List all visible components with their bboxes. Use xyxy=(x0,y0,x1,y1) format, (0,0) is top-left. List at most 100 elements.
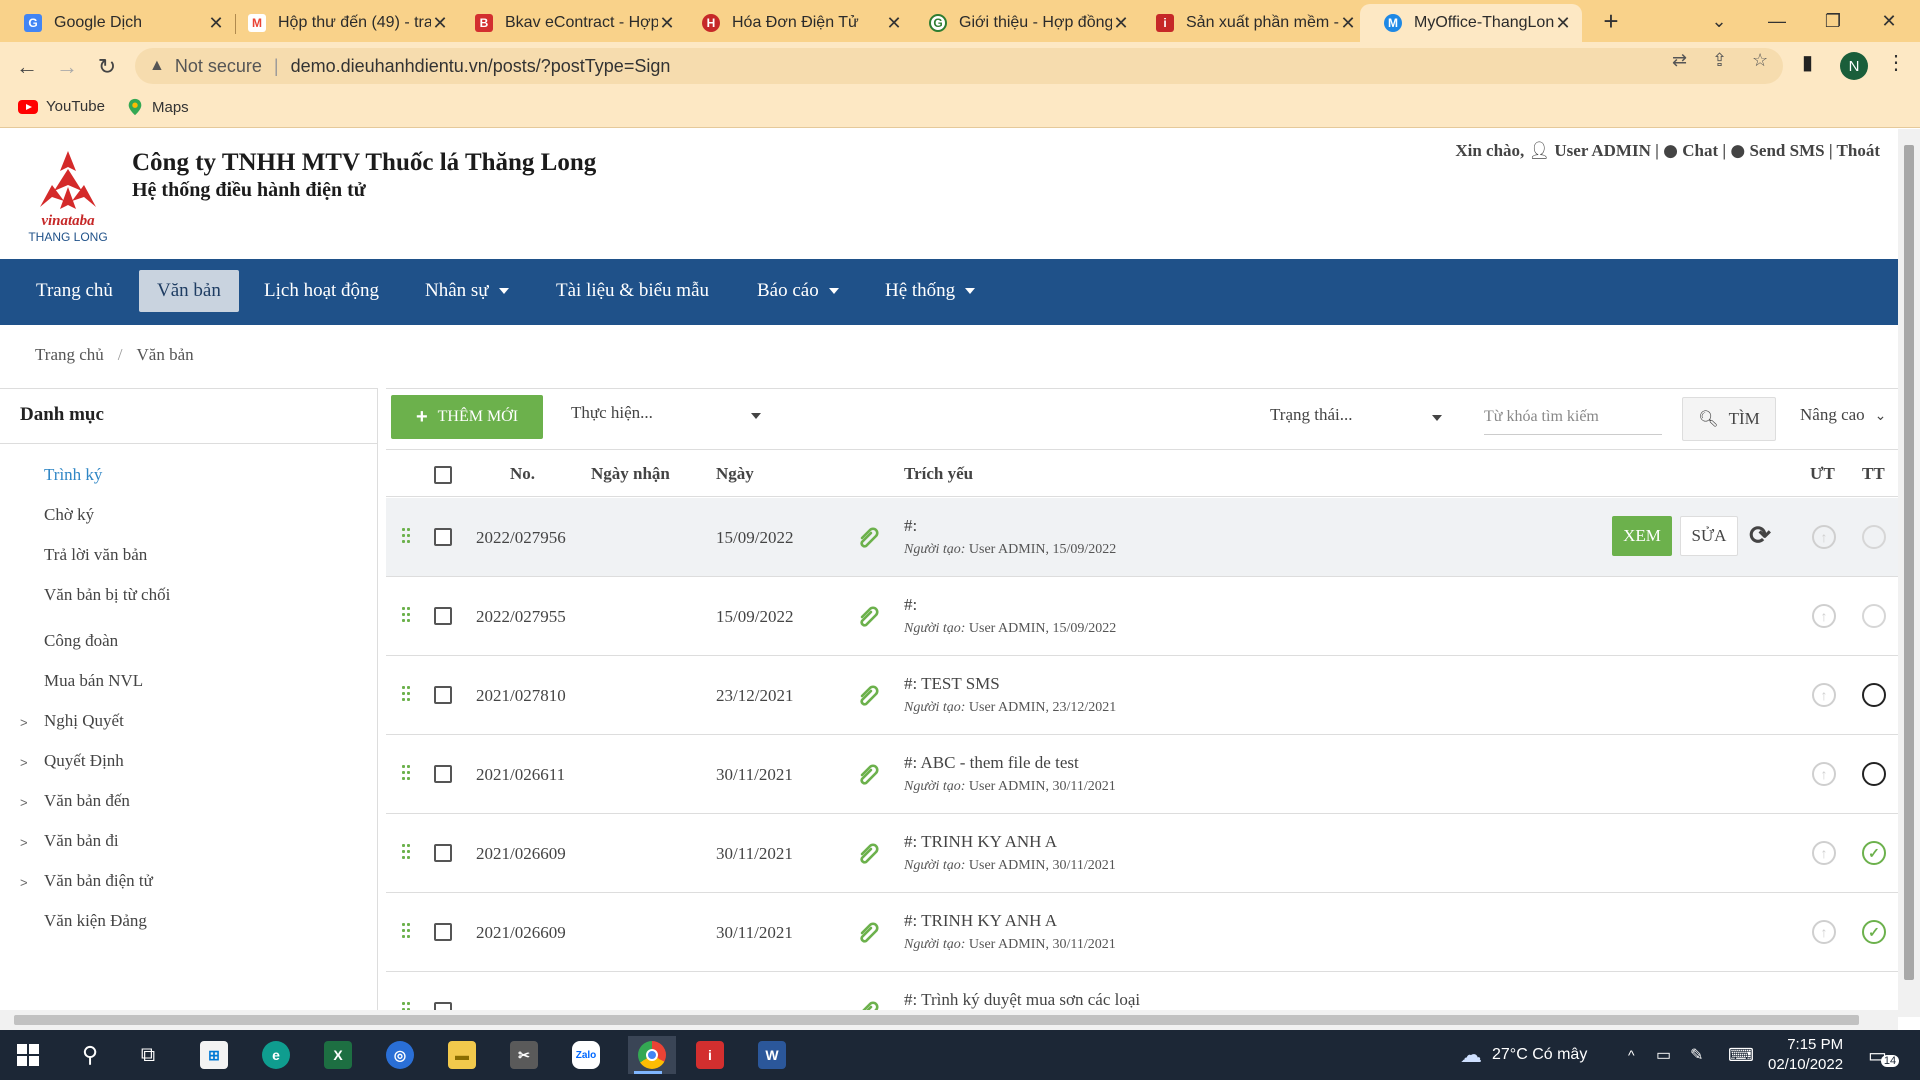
user-link[interactable]: User ADMIN xyxy=(1554,141,1650,160)
attachment-icon[interactable] xyxy=(856,682,882,708)
nav-van-ban[interactable]: Văn bản xyxy=(139,270,239,312)
edit-button[interactable]: SỬA xyxy=(1680,516,1738,556)
refresh-icon[interactable]: ⟳ xyxy=(1746,520,1774,550)
attachment-icon[interactable] xyxy=(856,603,882,629)
red-app-icon[interactable]: i xyxy=(690,1036,730,1074)
close-icon[interactable]: ✕ xyxy=(885,13,903,34)
row-checkbox[interactable] xyxy=(434,765,452,783)
sidebar-item-van-ban-di[interactable]: Văn bản đi xyxy=(44,831,119,851)
search-icon[interactable]: ⚲ xyxy=(70,1036,110,1074)
nav-nhan-su[interactable]: Nhân sự xyxy=(407,270,527,312)
send-sms-link[interactable]: Send SMS xyxy=(1749,141,1824,160)
keyboard-icon[interactable]: ⌨ xyxy=(1728,1030,1754,1080)
nav-tai-lieu-bieu-mau[interactable]: Tài liệu & biểu mẫu xyxy=(538,270,727,312)
store-app-icon[interactable]: ⊞ xyxy=(194,1036,234,1074)
row-checkbox[interactable] xyxy=(434,528,452,546)
close-icon[interactable]: ✕ xyxy=(1339,13,1357,34)
drag-handle-icon[interactable] xyxy=(402,844,410,860)
trang-thai-select[interactable]: Trạng thái... xyxy=(1270,405,1442,425)
table-row[interactable]: 2021/027810 23/12/2021 #: TEST SMS Người tạ… xyxy=(386,656,1898,735)
sidebar-item-van-ban-bi-tu-choi[interactable]: Văn bản bị từ chối xyxy=(44,585,170,605)
tab-hoa-don-dien-tu[interactable]: H Hóa Đơn Điện Tử ✕ xyxy=(678,4,913,42)
document-summary[interactable]: #: xyxy=(904,595,917,615)
priority-up-icon[interactable]: ↑ xyxy=(1812,604,1836,628)
drag-handle-icon[interactable] xyxy=(402,686,410,702)
clock[interactable]: 7:15 PM 02/10/2022 xyxy=(1768,1030,1843,1080)
sidebar-item-van-kien-dang[interactable]: Văn kiện Đảng xyxy=(44,911,147,931)
close-icon[interactable]: ✕ xyxy=(207,13,225,34)
priority-up-icon[interactable]: ↑ xyxy=(1812,762,1836,786)
tab-google-dich[interactable]: G Google Dịch ✕ xyxy=(0,4,235,42)
bookmark-youtube[interactable]: YouTube xyxy=(18,98,105,115)
side-panel-icon[interactable]: ▮ xyxy=(1802,50,1813,75)
back-button[interactable]: ← xyxy=(12,52,42,82)
priority-up-icon[interactable]: ↑ xyxy=(1812,920,1836,944)
tray-overflow-icon[interactable]: ^ xyxy=(1628,1030,1635,1080)
view-button[interactable]: XEM xyxy=(1612,516,1672,556)
sidebar-item-van-ban-den[interactable]: Văn bản đến xyxy=(44,791,130,811)
sidebar-item-nghi-quyet[interactable]: Nghị Quyết xyxy=(44,711,124,731)
pen-icon[interactable]: ✎ xyxy=(1690,1030,1703,1080)
document-summary[interactable]: #: TEST SMS xyxy=(904,674,1000,694)
advanced-search-toggle[interactable]: Nâng cao ⌄ xyxy=(1800,405,1886,425)
chat-link[interactable]: Chat xyxy=(1682,141,1718,160)
add-new-button[interactable]: + THÊM MỚI xyxy=(391,395,543,439)
notification-center[interactable]: ▭ 14 xyxy=(1868,1030,1900,1080)
row-checkbox[interactable] xyxy=(434,607,452,625)
sidebar-item-tra-loi-van-ban[interactable]: Trả lời văn bản xyxy=(44,545,147,565)
table-row[interactable]: 2021/026609 30/11/2021 #: TRINH KY ANH A Ng… xyxy=(386,893,1898,972)
close-window-button[interactable]: ✕ xyxy=(1864,0,1914,42)
scrollbar-thumb[interactable] xyxy=(14,1015,1859,1025)
tab-search-chevron-icon[interactable]: ⌄ xyxy=(1694,0,1744,42)
remote-app-icon[interactable]: ◎ xyxy=(380,1036,420,1074)
table-row[interactable]: 2021/026611 30/11/2021 #: ABC - them file … xyxy=(386,735,1898,814)
document-summary[interactable]: #: Trình ký duyệt mua sơn các loại xyxy=(904,990,1140,1010)
profile-avatar[interactable]: N xyxy=(1840,52,1868,80)
close-icon[interactable]: ✕ xyxy=(1112,13,1130,34)
select-all-checkbox[interactable] xyxy=(434,466,452,484)
row-checkbox[interactable] xyxy=(434,923,452,941)
battery-icon[interactable]: ▭ xyxy=(1656,1030,1671,1080)
sidebar-item-quyet-dinh[interactable]: Quyết Định xyxy=(44,751,124,771)
excel-app-icon[interactable]: X xyxy=(318,1036,358,1074)
chevron-right-icon[interactable]: > xyxy=(20,795,28,810)
thuc-hien-select[interactable]: Thực hiện... xyxy=(571,403,761,423)
table-row[interactable]: 2022/027956 15/09/2022 #: Người tạo: User A… xyxy=(386,498,1898,577)
share-icon[interactable]: ⇪ xyxy=(1712,50,1727,71)
file-explorer-icon[interactable]: ▬ xyxy=(442,1036,482,1074)
chevron-right-icon[interactable]: > xyxy=(20,875,28,890)
chevron-right-icon[interactable]: > xyxy=(20,715,28,730)
attachment-icon[interactable] xyxy=(856,524,882,550)
table-row[interactable]: 2021/026609 30/11/2021 #: TRINH KY ANH A Ng… xyxy=(386,814,1898,893)
browser-menu-icon[interactable]: ⋮ xyxy=(1886,50,1906,75)
document-summary[interactable]: #: ABC - them file de test xyxy=(904,753,1079,773)
tab-gmail[interactable]: M Hộp thư đến (49) - tra ✕ xyxy=(224,4,459,42)
weather-widget[interactable]: ☁ 27°C Có mây xyxy=(1460,1030,1587,1080)
task-view-icon[interactable]: ⧉ xyxy=(128,1036,168,1074)
address-bar[interactable]: ▲ Not secure | demo.dieuhanhdientu.vn/po… xyxy=(135,48,1783,84)
nav-trang-chu[interactable]: Trang chủ xyxy=(18,270,131,312)
row-checkbox[interactable] xyxy=(434,844,452,862)
bookmark-star-icon[interactable]: ☆ xyxy=(1752,50,1768,71)
sidebar-item-cong-doan[interactable]: Công đoàn xyxy=(44,631,118,651)
attachment-icon[interactable] xyxy=(856,761,882,787)
start-button[interactable] xyxy=(8,1036,48,1074)
priority-up-icon[interactable]: ↑ xyxy=(1812,525,1836,549)
sidebar-item-cho-ky[interactable]: Chờ ký xyxy=(44,505,94,525)
sidebar-item-van-ban-dien-tu[interactable]: Văn bản điện tử xyxy=(44,871,153,891)
search-button[interactable]: 🔍︎ TÌM xyxy=(1682,397,1776,441)
logout-link[interactable]: Thoát xyxy=(1837,141,1880,160)
drag-handle-icon[interactable] xyxy=(402,528,410,544)
priority-up-icon[interactable]: ↑ xyxy=(1812,683,1836,707)
breadcrumb-home[interactable]: Trang chủ xyxy=(35,345,104,364)
forward-button[interactable]: → xyxy=(52,52,82,82)
nav-lich-hoat-dong[interactable]: Lịch hoạt động xyxy=(246,270,397,312)
close-icon[interactable]: ✕ xyxy=(1554,13,1572,34)
bookmark-maps[interactable]: Maps xyxy=(126,98,189,116)
priority-up-icon[interactable]: ↑ xyxy=(1812,841,1836,865)
document-summary[interactable]: #: xyxy=(904,516,917,536)
row-checkbox[interactable] xyxy=(434,686,452,704)
drag-handle-icon[interactable] xyxy=(402,923,410,939)
tab-bkav-econtract[interactable]: B Bkav eContract - Hợp ✕ xyxy=(451,4,686,42)
minimize-button[interactable]: — xyxy=(1752,0,1802,42)
